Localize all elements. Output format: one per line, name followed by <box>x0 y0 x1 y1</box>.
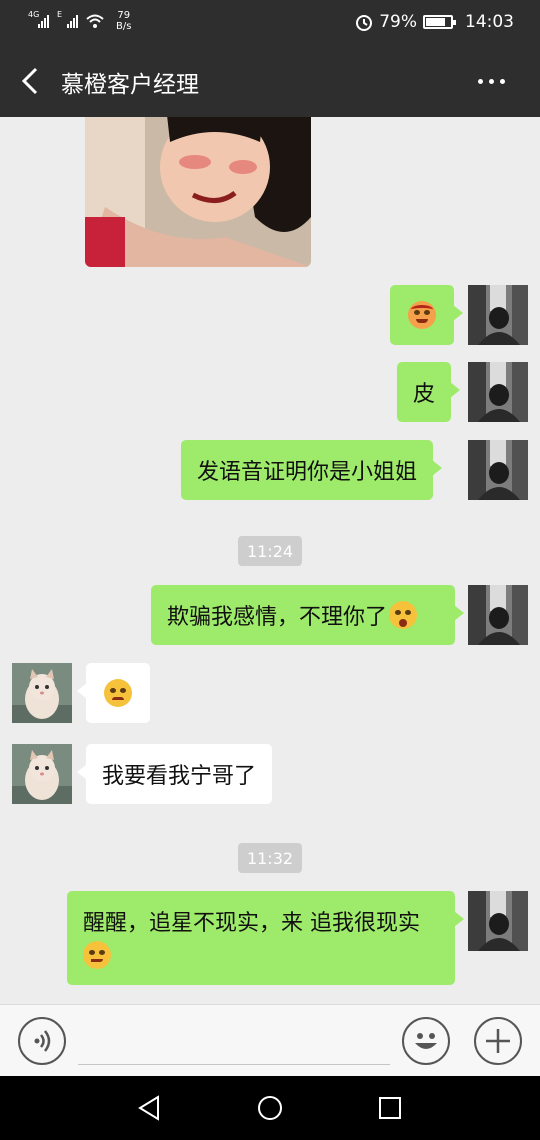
chat-title: 慕橙客户经理 <box>61 72 199 98</box>
more-dots-icon[interactable] <box>478 71 514 91</box>
message-input[interactable] <box>78 1017 390 1065</box>
message-bubble[interactable] <box>77 663 150 723</box>
smirk-face-icon <box>83 941 111 969</box>
square-recents-icon[interactable] <box>374 1092 406 1124</box>
wifi-icon <box>86 14 104 28</box>
contact-avatar[interactable] <box>12 663 72 723</box>
message-text: 我要看我宁哥了 <box>102 764 257 789</box>
message-bubble[interactable]: 欺骗我感情，不理你了 <box>151 585 464 645</box>
emoji-button[interactable] <box>402 1017 450 1065</box>
avatar[interactable] <box>468 285 528 345</box>
sweat-face-icon <box>104 679 132 707</box>
angry-face-icon <box>408 301 436 329</box>
chat-header: 慕橙客户经理 <box>0 46 540 117</box>
circle-home-icon[interactable] <box>254 1092 286 1124</box>
input-bar <box>0 1004 540 1076</box>
system-nav-bar <box>0 1076 540 1140</box>
signal-4g-label: 4G <box>28 10 40 19</box>
plus-icon <box>486 1029 510 1053</box>
message-text: 醒醒，追星不现实，来 追我很现实 <box>83 911 420 936</box>
message-bubble[interactable]: 皮 <box>397 362 461 422</box>
timestamp: 11:24 <box>238 536 302 566</box>
signal-e-icon: E <box>57 10 78 28</box>
triangle-back-icon[interactable] <box>134 1092 166 1124</box>
avatar[interactable] <box>468 585 528 645</box>
status-bar: 4G E 79 B/s 79% 14:03 <box>0 0 540 46</box>
avatar[interactable] <box>468 891 528 951</box>
battery-icon <box>423 15 456 29</box>
message-bubble[interactable]: 醒醒，追星不现实，来 追我很现实 <box>67 891 464 985</box>
chevron-left-icon[interactable] <box>18 66 44 96</box>
net-speed-value: 79 <box>117 10 131 21</box>
message-bubble[interactable] <box>390 285 463 345</box>
clock: 14:03 <box>465 12 514 32</box>
message-bubble[interactable]: 我要看我宁哥了 <box>76 744 273 804</box>
avatar[interactable] <box>468 440 528 500</box>
net-speed-unit: B/s <box>116 21 132 32</box>
smiley-icon <box>415 1033 437 1049</box>
message-text: 皮 <box>413 382 436 407</box>
message-bubble[interactable]: 发语音证明你是小姐姐 <box>181 440 443 500</box>
signal-4g-icon: 4G <box>28 10 49 28</box>
voice-input-button[interactable] <box>18 1017 66 1065</box>
chat-history[interactable]: 皮 发语音证明你是小姐姐 11:24 欺骗我感情，不理你了 我要看我宁哥了 11… <box>0 117 540 1004</box>
contact-avatar[interactable] <box>12 744 72 804</box>
avatar[interactable] <box>468 362 528 422</box>
timestamp: 11:32 <box>238 843 302 873</box>
message-text: 欺骗我感情，不理你了 <box>167 605 388 630</box>
received-photo[interactable] <box>85 117 311 267</box>
net-speed: 79 B/s <box>116 10 131 32</box>
voice-icon <box>34 1030 51 1052</box>
alarm-clock-icon <box>356 15 373 31</box>
signal-e-label: E <box>57 10 63 19</box>
message-text: 发语音证明你是小姐姐 <box>197 460 418 485</box>
more-functions-button[interactable] <box>474 1017 522 1065</box>
surprised-face-icon <box>389 601 418 629</box>
battery-percent: 79% <box>379 12 417 32</box>
